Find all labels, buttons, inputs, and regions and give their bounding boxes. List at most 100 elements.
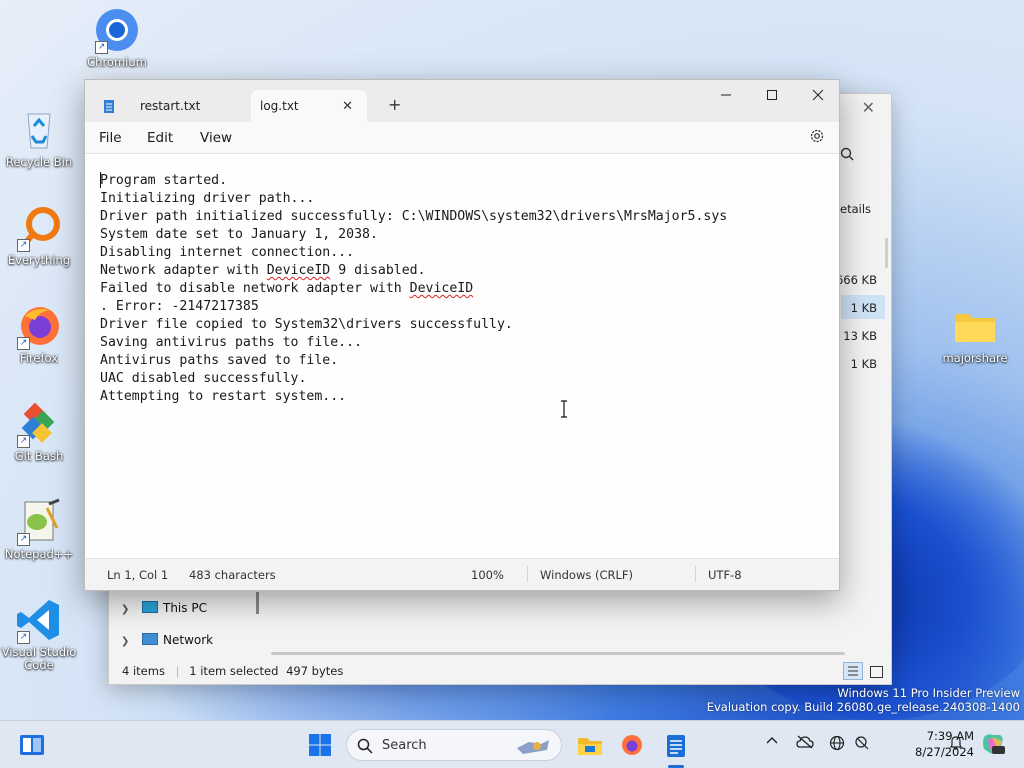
desktop-icon-label: majorshare [942,351,1008,365]
search-icon [357,738,373,754]
selected-count: 1 item selected [189,664,279,678]
desktop-icon-label: Chromium [87,55,147,69]
chromium-icon: ↗ [93,6,141,54]
desktop-icon-majorshare[interactable]: majorshare [936,302,1014,365]
maximize-button[interactable] [749,80,795,110]
this-pc-icon [142,601,158,613]
tab-log-txt[interactable]: log.txt ✕ [251,90,367,122]
clock-date: 8/27/2024 [915,745,974,759]
menu-bar: File Edit View [85,122,839,154]
details-view-icon[interactable] [843,662,863,680]
desktop-icon-label: Everything [7,253,71,267]
minimize-icon [721,94,731,96]
search-highlight-icon [517,740,549,754]
volume-muted-icon[interactable] [854,735,870,755]
desktop-icon-git-bash[interactable]: ↗ Git Bash [0,400,78,463]
tab-label: log.txt [260,99,299,113]
cursor-position: Ln 1, Col 1 [107,568,169,582]
onedrive-offline-icon[interactable] [796,735,814,753]
this-pc-chevron-icon[interactable]: ❯ [121,604,129,615]
taskbar-notepad[interactable] [658,729,694,761]
line-ending[interactable]: Windows (CRLF) [540,568,633,582]
nav-this-pc[interactable]: This PC [163,601,207,615]
windows-watermark: Windows 11 Pro Insider Preview Evaluatio… [706,686,1020,714]
encoding[interactable]: UTF-8 [708,568,742,582]
tiles-view-icon[interactable] [870,666,883,678]
nav-network[interactable]: Network [163,633,213,647]
desktop-icon-recycle-bin[interactable]: Recycle Bin [0,106,78,169]
desktop-icon-label: Notepad++ [4,547,74,561]
status-bar: Ln 1, Col 1 483 characters 100% Windows … [85,558,839,590]
show-hidden-icons-chevron-icon[interactable] [766,735,778,751]
file-size: 1 KB [850,301,877,315]
windows-logo-icon [309,734,331,756]
tab-label: restart.txt [140,99,201,113]
network-chevron-icon[interactable]: ❯ [121,636,129,647]
taskbar-search[interactable]: Search [346,729,562,761]
network-globe-icon[interactable] [829,735,845,755]
notepad-icon [667,735,685,757]
item-count: 4 items [122,664,165,678]
taskbar: Search 7:39 AM 8/27/2024 [0,720,1024,768]
settings-gear-icon[interactable] [809,128,825,148]
explorer-search-icon[interactable] [840,146,854,165]
close-button[interactable] [795,80,841,110]
taskbar-file-explorer[interactable] [572,729,608,761]
folder-icon [951,302,999,350]
desktop-icon-firefox[interactable]: ↗ Firefox [0,302,78,365]
notepadpp-icon: ↗ [15,498,63,546]
search-placeholder: Search [382,738,427,753]
title-bar[interactable]: restart.txt log.txt ✕ + [85,80,839,122]
desktop-icon-label: Git Bash [14,449,64,463]
ibeam-cursor-icon [559,400,569,422]
menu-edit[interactable]: Edit [147,130,173,146]
tab-restart-txt[interactable]: restart.txt [97,90,255,122]
file-size: 1 KB [850,357,877,371]
firefox-icon [622,735,642,755]
desktop-icon-label: Recycle Bin [5,155,73,169]
widgets-icon [20,735,44,755]
everything-icon: ↗ [15,204,63,252]
file-explorer-icon [578,738,602,755]
desktop-icon-vscode[interactable]: ↗ Visual Studio Code [0,596,78,672]
horizontal-scrollbar[interactable] [271,652,845,655]
network-icon [142,633,158,645]
explorer-scrollbar[interactable] [885,238,888,268]
notepad-file-icon [104,100,114,113]
desktop-icon-label: Firefox [19,351,59,365]
text-editor[interactable]: Program started. Initializing driver pat… [85,154,839,559]
desktop-icon-label: Visual Studio Code [1,645,77,672]
desktop-icon-everything[interactable]: ↗ Everything [0,204,78,267]
explorer-close-icon[interactable]: ✕ [862,98,875,117]
vscode-icon: ↗ [15,596,63,644]
explorer-status: 4 items 1 item selected 497 bytes [122,664,343,678]
details-button[interactable]: etails [840,202,871,216]
menu-view[interactable]: View [200,130,232,146]
new-tab-icon[interactable]: + [388,95,401,114]
notepad-window[interactable]: restart.txt log.txt ✕ + File Edit View P… [84,79,840,591]
taskbar-firefox[interactable] [614,729,650,761]
zoom-level[interactable]: 100% [471,568,504,582]
maximize-icon [767,90,777,100]
character-count: 483 characters [189,568,276,582]
close-icon [812,89,824,101]
desktop-icon-chromium[interactable]: ↗ Chromium [78,6,156,69]
firefox-icon: ↗ [15,302,63,350]
notifications-bell-icon[interactable] [948,735,964,755]
text-caret [100,172,101,188]
system-clock[interactable]: 7:39 AM 8/27/2024 [915,728,974,760]
widgets-button[interactable] [14,729,50,761]
desktop-icon-notepadpp[interactable]: ↗ Notepad++ [0,498,78,561]
minimize-button[interactable] [703,80,749,110]
editor-content[interactable]: Program started. Initializing driver pat… [100,172,727,406]
start-button[interactable] [302,729,338,761]
recycle-bin-icon [15,106,63,154]
menu-file[interactable]: File [99,130,122,146]
git-bash-icon: ↗ [15,400,63,448]
nav-pane-scrollbar[interactable] [256,592,259,614]
clock-time: 7:39 AM [926,729,974,743]
copilot-icon[interactable] [980,731,1006,761]
file-size: 666 KB [835,273,877,287]
selected-bytes: 497 bytes [286,664,344,678]
close-tab-icon[interactable]: ✕ [342,99,353,114]
